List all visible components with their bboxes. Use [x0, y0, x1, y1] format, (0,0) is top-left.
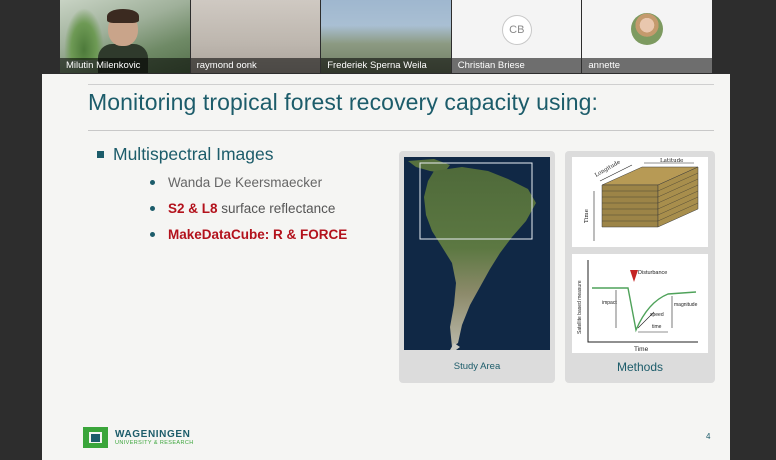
sub-bullet-bold: S2 & L8: [168, 201, 218, 216]
logo-line1: WAGENINGEN: [115, 429, 191, 440]
methods-caption: Methods: [616, 360, 664, 374]
bullet-item: Multispectral Images: [97, 144, 273, 165]
participant-tile-1[interactable]: Milutin Milenkovic: [60, 0, 190, 73]
impact-label: impact: [602, 300, 617, 306]
participant-tile-5[interactable]: annette: [582, 0, 712, 73]
wageningen-logo: WAGENINGEN UNIVERSITY & RESEARCH: [83, 427, 194, 448]
wur-logo-mark-icon: [83, 427, 108, 448]
methods-panel: Latitude Longitude Time Disturbance impa…: [565, 151, 715, 383]
sub-bullet-3: MakeDataCube: R & FORCE: [150, 227, 347, 242]
magnitude-label: magnitude: [674, 302, 698, 308]
disturbance-recovery-chart: Disturbance impact magnitude speed time …: [572, 254, 708, 353]
study-area-caption: Study Area: [453, 361, 501, 372]
profile-avatar: [631, 13, 664, 45]
sub-bullet-text: surface reflectance: [217, 201, 336, 216]
meeting-window: Milutin Milenkovic raymond oonk Frederie…: [0, 0, 776, 460]
initials-avatar: CB: [501, 15, 532, 45]
bullet-text: Multispectral Images: [113, 144, 274, 164]
data-cube-diagram: Latitude Longitude Time: [572, 157, 708, 247]
sub-bullet-1: Wanda De Keersmaecker: [150, 175, 322, 190]
participant-name: Frederiek Sperna Weila: [321, 58, 451, 73]
curve-ylabel: Satellite based measure: [577, 280, 583, 334]
sub-bullet-bold: MakeDataCube: R & FORCE: [168, 227, 348, 242]
title-divider: [88, 130, 714, 131]
speed-label: speed: [650, 312, 664, 318]
square-bullet-icon: [97, 151, 104, 158]
participant-name: Christian Briese: [451, 58, 582, 73]
logo-line2: UNIVERSITY & RESEARCH: [115, 440, 194, 446]
time-inner-label: time: [652, 324, 662, 330]
map-graphic: [404, 157, 550, 350]
cube-longitude-label: Longitude: [594, 159, 622, 178]
slide-title: Monitoring tropical forest recovery capa…: [88, 89, 599, 115]
cube-time-label: Time: [584, 209, 590, 223]
slide-page-number: 4: [706, 432, 711, 441]
sub-bullet-text: Wanda De Keersmaecker: [168, 175, 323, 190]
participant-tile-2[interactable]: raymond oonk: [190, 0, 321, 73]
recovery-curve-graphic: Disturbance impact magnitude speed time …: [577, 260, 698, 353]
sub-bullet-2: S2 & L8 surface reflectance: [150, 201, 335, 216]
participant-name: Milutin Milenkovic: [60, 58, 190, 73]
dot-bullet-icon: [150, 206, 155, 211]
cube-latitude-label: Latitude: [660, 158, 683, 164]
participant-name: raymond oonk: [190, 58, 321, 73]
data-cube-graphic: Latitude Longitude Time: [584, 158, 699, 241]
dot-bullet-icon: [150, 232, 155, 237]
participant-tile-3[interactable]: Frederiek Sperna Weila: [321, 0, 451, 73]
participant-hair: [107, 9, 139, 23]
participant-name: annette: [582, 58, 712, 73]
south-america-satellite-map: [404, 157, 550, 350]
slide-top-rule: [88, 84, 714, 85]
participant-strip: Milutin Milenkovic raymond oonk Frederie…: [60, 0, 712, 73]
disturbance-label: Disturbance: [638, 270, 667, 276]
curve-xlabel: Time: [634, 346, 649, 353]
dot-bullet-icon: [150, 180, 155, 185]
participant-tile-4[interactable]: CB Christian Briese: [451, 0, 582, 73]
shared-slide: Monitoring tropical forest recovery capa…: [42, 74, 730, 460]
study-area-panel: Study Area: [399, 151, 555, 383]
